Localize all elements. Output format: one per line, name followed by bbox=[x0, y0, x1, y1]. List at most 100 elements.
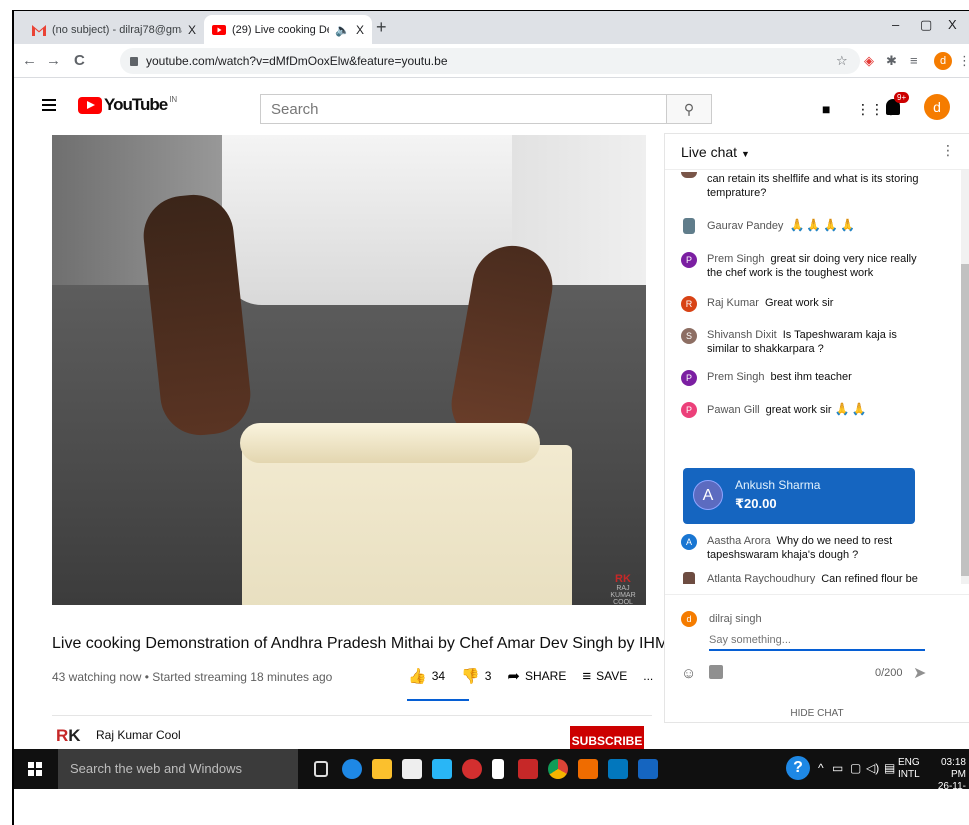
like-button[interactable]: 👍 34 bbox=[408, 667, 445, 685]
emoji-picker-icon[interactable]: ☺ bbox=[681, 665, 696, 682]
browser-tab-strip: (no subject) - dilraj78@gmail.com X (29)… bbox=[14, 11, 969, 44]
close-icon[interactable]: X bbox=[356, 23, 364, 37]
forward-button[interactable]: → bbox=[46, 52, 61, 69]
account-avatar[interactable]: d bbox=[924, 94, 950, 120]
video-frame-dough-roll bbox=[240, 423, 540, 463]
user-avatar: R bbox=[681, 296, 697, 312]
user-avatar: P bbox=[681, 402, 697, 418]
chat-message: A Aastha Arora Why do we need to rest tap… bbox=[681, 534, 931, 562]
tab-youtube[interactable]: (29) Live cooking Demonstra 🔈 X bbox=[204, 15, 372, 44]
send-icon[interactable]: ➤ bbox=[913, 663, 926, 683]
user-avatar: A bbox=[693, 480, 723, 510]
back-button[interactable]: ← bbox=[22, 52, 37, 69]
chat-header: Live chat ▼ ⋮ bbox=[665, 134, 969, 170]
network-icon[interactable]: ▢ bbox=[850, 761, 861, 775]
tab-title: (29) Live cooking Demonstra bbox=[232, 23, 329, 36]
chat-scrollbar-thumb[interactable] bbox=[961, 264, 969, 576]
restore-button[interactable]: ▢ bbox=[920, 17, 932, 33]
task-view-icon[interactable] bbox=[314, 761, 328, 777]
profile-avatar[interactable]: d bbox=[934, 52, 952, 70]
pray-emoji: 🙏🙏🙏🙏 bbox=[789, 218, 858, 232]
thumbs-up-icon: 👍 bbox=[408, 668, 427, 685]
dislike-button[interactable]: 👎 3 bbox=[461, 667, 491, 685]
windows-start-icon[interactable] bbox=[28, 762, 42, 776]
more-actions-button[interactable]: ... bbox=[643, 669, 653, 683]
edge-icon[interactable] bbox=[342, 759, 362, 779]
app-icon[interactable] bbox=[578, 759, 598, 779]
user-avatar: S bbox=[681, 328, 697, 344]
new-tab-button[interactable]: + bbox=[376, 17, 387, 38]
pray-emoji: 🙏🙏 bbox=[834, 402, 869, 416]
app-icon[interactable] bbox=[492, 759, 504, 779]
address-bar[interactable]: youtube.com/watch?v=dMfDmOoxElw&feature=… bbox=[120, 48, 860, 74]
video-player[interactable]: RK RAJ KUMAR COOL bbox=[52, 135, 646, 605]
channel-name[interactable]: Raj Kumar Cool bbox=[96, 728, 181, 742]
chat-message: S Shivansh Dixit Is Tapeshwaram kaja is s… bbox=[681, 328, 931, 356]
my-username: dilraj singh bbox=[709, 613, 762, 625]
gmail-icon bbox=[32, 24, 46, 36]
tab-gmail[interactable]: (no subject) - dilraj78@gmail.com X bbox=[24, 15, 204, 44]
system-clock[interactable]: 03:18 PM 26-11-2020 bbox=[926, 757, 966, 805]
taskbar-search[interactable]: Search the web and Windows bbox=[58, 749, 298, 789]
chrome-icon[interactable] bbox=[548, 759, 568, 779]
extensions-puzzle-icon[interactable]: ✱ bbox=[886, 53, 897, 69]
word-icon[interactable] bbox=[638, 759, 658, 779]
extension-icon[interactable]: ◈ bbox=[864, 53, 874, 69]
live-chat-panel: Live chat ▼ ⋮ can retain its shelflife a… bbox=[664, 133, 969, 723]
live-chat-dropdown[interactable]: Live chat ▼ bbox=[681, 144, 750, 160]
youtube-logo[interactable]: YouTube IN bbox=[78, 95, 177, 115]
chat-message: R Raj Kumar Great work sir bbox=[681, 296, 931, 312]
audio-icon[interactable]: 🔈 bbox=[335, 23, 350, 37]
share-button[interactable]: ➦ SHARE bbox=[507, 667, 566, 685]
subscribe-button[interactable]: SUBSCRIBE bbox=[570, 726, 644, 750]
volume-icon[interactable]: ◁) bbox=[866, 761, 879, 775]
chat-message: Gaurav Pandey 🙏🙏🙏🙏 bbox=[681, 218, 931, 234]
hide-chat-button[interactable]: HIDE CHAT bbox=[665, 708, 969, 722]
logo-text: YouTube bbox=[104, 95, 168, 114]
close-icon[interactable]: X bbox=[188, 23, 196, 37]
youtube-play-icon bbox=[78, 96, 102, 114]
divider bbox=[52, 715, 652, 716]
create-video-icon[interactable]: ■ bbox=[822, 101, 830, 117]
app-icon[interactable] bbox=[432, 759, 452, 779]
share-label: SHARE bbox=[525, 669, 567, 683]
search-button[interactable]: ⚲ bbox=[666, 94, 712, 124]
share-arrow-icon: ➦ bbox=[507, 668, 520, 685]
like-count: 34 bbox=[431, 669, 446, 683]
ime-icon[interactable]: ▤ bbox=[884, 761, 895, 775]
search-icon: ⚲ bbox=[683, 101, 695, 117]
tray-chevron-up-icon[interactable]: ^ bbox=[818, 761, 824, 775]
user-avatar: P bbox=[681, 370, 697, 386]
filezilla-icon[interactable] bbox=[518, 759, 538, 779]
chat-message: P Prem Singh best ihm teacher bbox=[681, 370, 931, 386]
close-window-button[interactable]: X bbox=[948, 17, 957, 32]
bookmark-star-icon[interactable]: ☆ bbox=[836, 53, 848, 69]
menu-dots-icon[interactable]: ⋮ bbox=[958, 53, 969, 69]
youtube-icon bbox=[212, 24, 226, 36]
file-explorer-icon[interactable] bbox=[372, 759, 392, 779]
opera-icon[interactable] bbox=[462, 759, 482, 779]
channel-logo[interactable]: RK bbox=[56, 726, 81, 746]
reading-list-icon[interactable]: ≡ bbox=[910, 53, 918, 68]
chat-message: P Pawan Gill great work sir 🙏🙏 bbox=[681, 402, 931, 418]
screen: (no subject) - dilraj78@gmail.com X (29)… bbox=[12, 10, 969, 825]
search-input[interactable]: Search bbox=[260, 94, 666, 124]
browser-toolbar: ← → C youtube.com/watch?v=dMfDmOoxElw&fe… bbox=[14, 44, 969, 78]
super-chat-icon[interactable] bbox=[709, 665, 723, 679]
save-label: SAVE bbox=[596, 669, 628, 683]
chat-menu-icon[interactable]: ⋮ bbox=[941, 142, 955, 159]
reload-button[interactable]: C bbox=[74, 52, 85, 69]
input-language[interactable]: ENG INTL bbox=[898, 757, 920, 781]
super-chat-amount: ₹20.00 bbox=[735, 496, 777, 511]
save-button[interactable]: ≡ SAVE bbox=[582, 668, 627, 685]
battery-icon[interactable]: ▭ bbox=[832, 761, 843, 775]
minimize-button[interactable]: – bbox=[892, 17, 899, 32]
chat-message: P Prem Singh great sir doing very nice re… bbox=[681, 252, 931, 280]
app-icon[interactable] bbox=[608, 759, 628, 779]
chat-message-input[interactable] bbox=[709, 631, 925, 651]
hamburger-menu-icon[interactable] bbox=[42, 99, 56, 111]
channel-watermark: RK RAJ KUMAR COOL bbox=[610, 573, 636, 605]
dislike-count: 3 bbox=[484, 669, 492, 683]
store-icon[interactable] bbox=[402, 759, 422, 779]
help-icon[interactable]: ? bbox=[786, 756, 810, 780]
